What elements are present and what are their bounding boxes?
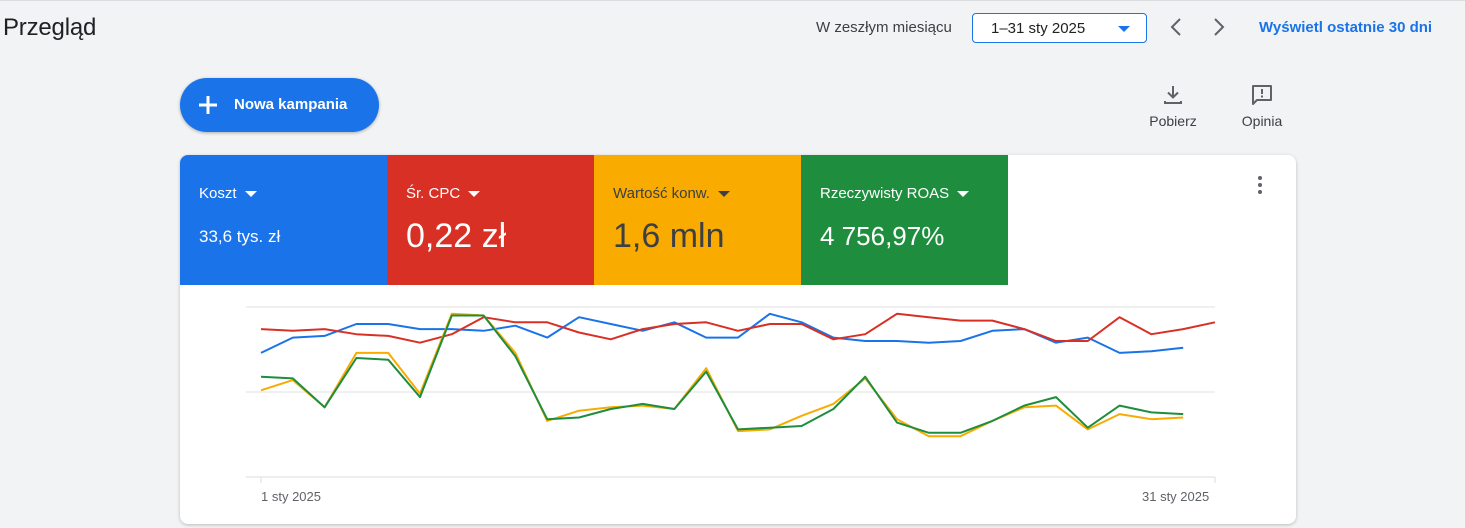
date-range-label: W zeszłym miesiącu: [816, 19, 952, 36]
download-label: Pobierz: [1149, 113, 1197, 129]
metric-name-conv-value: Wartość konw.: [613, 185, 730, 202]
more-options-button[interactable]: [1250, 173, 1270, 197]
dropdown-arrow-icon: [957, 190, 970, 197]
feedback-button[interactable]: Opinia: [1232, 83, 1292, 133]
top-divider: [0, 0, 1465, 1]
metric-name-cost-text: Koszt: [199, 185, 237, 202]
metric-tile-roas[interactable]: Rzeczywisty ROAS 4 756,97%: [801, 155, 1008, 285]
metric-name-avg-cpc-text: Śr. CPC: [406, 185, 461, 202]
metric-name-roas: Rzeczywisty ROAS: [820, 185, 970, 202]
download-button[interactable]: Pobierz: [1143, 83, 1203, 133]
download-icon: [1164, 86, 1182, 104]
series-line-roas: [260, 314, 1184, 434]
performance-card: Koszt 33,6 tys. zł Śr. CPC 0,22 zł Warto…: [180, 155, 1296, 524]
date-range-select[interactable]: 1–31 sty 2025: [972, 13, 1147, 43]
metric-value-avg-cpc: 0,22 zł: [406, 217, 507, 255]
dropdown-arrow-icon: [468, 190, 481, 197]
chevron-right-icon: [1214, 18, 1225, 36]
metric-tile-cost[interactable]: Koszt 33,6 tys. zł: [180, 155, 387, 285]
view-last-30-days-link[interactable]: Wyświetl ostatnie 30 dni: [1259, 19, 1432, 36]
dropdown-arrow-icon: [244, 190, 257, 197]
chevron-left-icon: [1170, 18, 1181, 36]
series-line-cost: [260, 312, 1184, 354]
metric-name-roas-text: Rzeczywisty ROAS: [820, 185, 950, 202]
line-chart: [246, 306, 1216, 483]
dropdown-arrow-icon: [1118, 26, 1130, 32]
metric-value-roas: 4 756,97%: [820, 221, 945, 251]
metric-tile-conv-value[interactable]: Wartość konw. 1,6 mln: [594, 155, 801, 285]
feedback-icon: [1252, 85, 1272, 105]
metric-name-conv-value-text: Wartość konw.: [613, 185, 710, 202]
dropdown-arrow-icon: [717, 190, 730, 197]
next-period-button[interactable]: [1208, 15, 1230, 39]
date-range-value: 1–31 sty 2025: [991, 20, 1086, 37]
series-line-conv_value: [260, 312, 1184, 438]
metric-name-cost: Koszt: [199, 185, 257, 202]
metric-tile-avg-cpc[interactable]: Śr. CPC 0,22 zł: [387, 155, 594, 285]
feedback-label: Opinia: [1241, 113, 1283, 129]
metric-value-cost: 33,6 tys. zł: [199, 227, 281, 246]
metric-name-avg-cpc: Śr. CPC: [406, 185, 481, 202]
plus-icon: [199, 96, 217, 114]
x-axis-label-start: 1 sty 2025: [261, 489, 321, 504]
new-campaign-button[interactable]: Nowa kampania: [180, 78, 379, 132]
previous-period-button[interactable]: [1165, 15, 1187, 39]
new-campaign-label: Nowa kampania: [234, 96, 348, 113]
page-title: Przegląd: [3, 14, 97, 41]
metric-value-conv-value: 1,6 mln: [613, 217, 725, 255]
x-axis-label-end: 31 sty 2025: [1142, 489, 1210, 504]
more-vert-icon: [1258, 176, 1262, 194]
